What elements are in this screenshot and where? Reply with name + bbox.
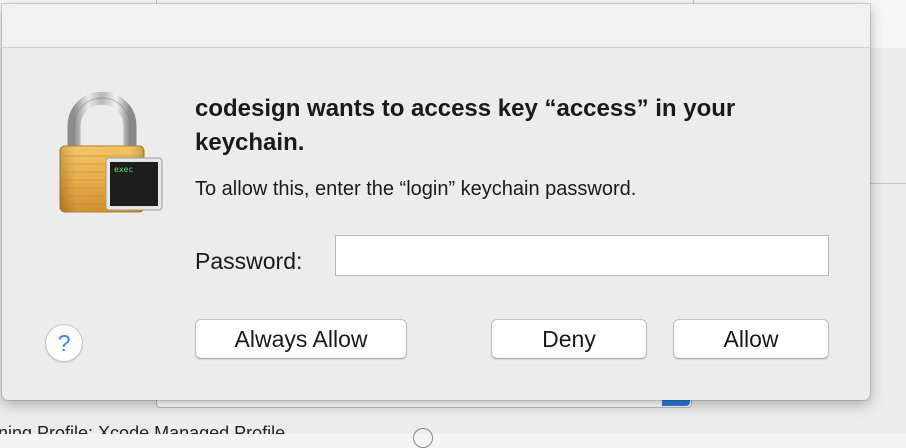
- password-field[interactable]: [335, 235, 829, 276]
- always-allow-button[interactable]: Always Allow: [195, 319, 407, 359]
- password-label: Password:: [195, 248, 303, 274]
- dialog-message: To allow this, enter the “login” keychai…: [195, 178, 637, 200]
- keychain-access-dialog: exec codesign wants to access key “acces…: [2, 4, 870, 400]
- help-button[interactable]: ?: [45, 324, 83, 362]
- terminal-exec-text: exec: [114, 165, 133, 174]
- background-divider: [870, 183, 906, 184]
- dialog-title: codesign wants to access key “access” in…: [195, 95, 736, 156]
- background-signing-profile-label: ning Profile: Xcode Managed Profile: [0, 424, 285, 434]
- dialog-titlebar: [2, 4, 870, 48]
- deny-button[interactable]: Deny: [491, 319, 647, 359]
- background-signing-profile-text: ning Profile: Xcode Managed Profile: [0, 424, 286, 434]
- allow-button[interactable]: Allow: [673, 319, 829, 359]
- lock-terminal-icon: exec: [59, 92, 163, 213]
- info-icon[interactable]: [413, 428, 433, 448]
- help-icon: ?: [57, 330, 71, 356]
